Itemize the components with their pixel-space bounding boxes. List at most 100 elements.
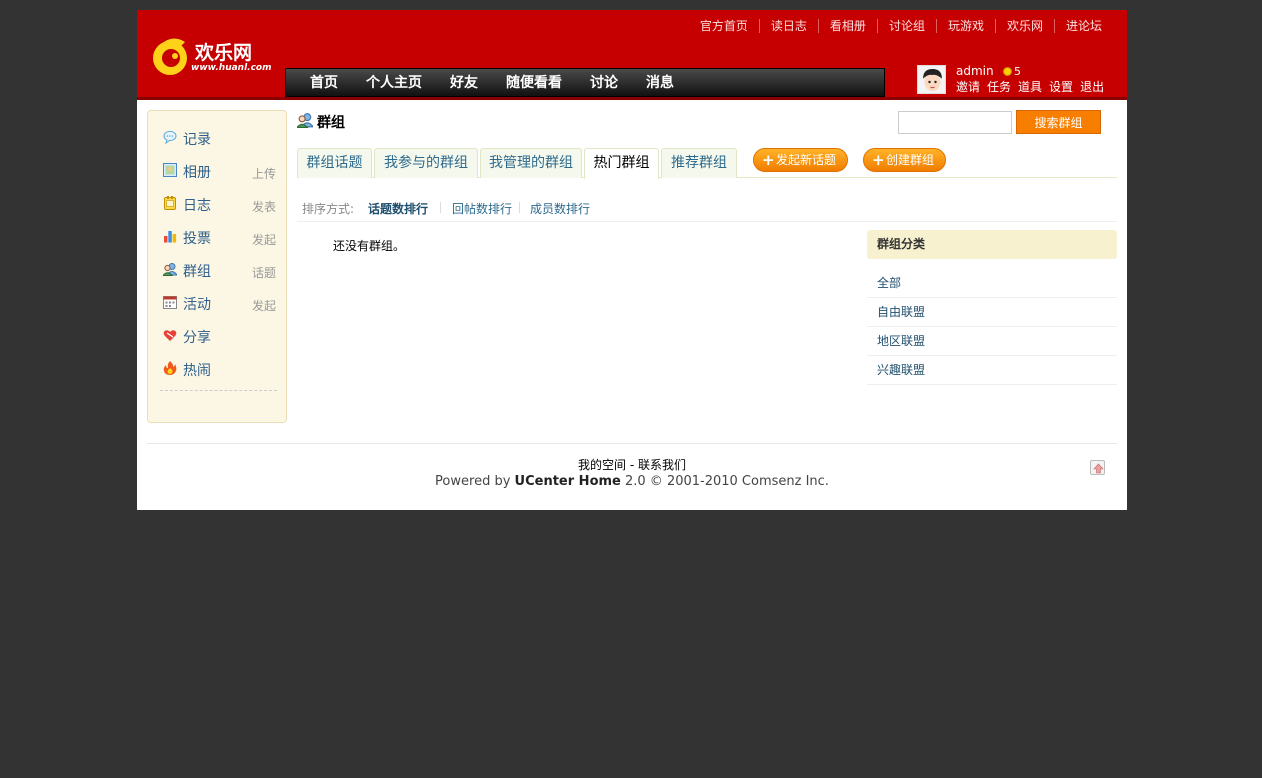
top-link-huanle[interactable]: 欢乐网: [994, 19, 1054, 33]
sidebar-item-label: 热闹: [183, 363, 211, 379]
site-footer: 我的空间 - 联系我们 Powered by UCenter Home 2.0 …: [147, 443, 1117, 503]
nav-home[interactable]: 首页: [296, 69, 352, 96]
sidebar-item-events[interactable]: 活动 发起: [161, 292, 276, 314]
sidebar-item-label: 记录: [183, 132, 211, 148]
user-menu-tasks[interactable]: 任务: [987, 78, 1011, 95]
category-title: 群组分类: [867, 230, 1117, 259]
category-item-region-league[interactable]: 地区联盟: [867, 327, 1117, 356]
user-menu-invite[interactable]: 邀请: [956, 78, 980, 95]
sort-separator: [519, 202, 520, 213]
back-to-top-button[interactable]: [1090, 460, 1105, 475]
tab-hot-groups[interactable]: 热门群组: [584, 148, 659, 179]
sidebar-action-upload[interactable]: 上传: [252, 165, 276, 182]
sort-by-topics[interactable]: 话题数排行: [368, 200, 428, 217]
sidebar-action-topic[interactable]: 话题: [252, 264, 276, 281]
site-header: 欢乐网 www.huanl.com 官方首页 读日志 看相册 讨论组 玩游戏 欢…: [137, 10, 1127, 100]
sidebar-action-post[interactable]: 发表: [252, 198, 276, 215]
create-group-label: 创建群组: [886, 153, 935, 167]
top-link-games[interactable]: 玩游戏: [935, 19, 995, 33]
avatar-face-icon: [918, 66, 945, 93]
top-link-albums[interactable]: 看相册: [817, 19, 877, 33]
user-menu-settings[interactable]: 设置: [1049, 78, 1073, 95]
user-name[interactable]: admin: [956, 64, 994, 78]
sort-separator: [440, 202, 441, 213]
sidebar-item-blogs[interactable]: 日志 发表: [161, 193, 276, 215]
sidebar-action-start-poll[interactable]: 发起: [252, 231, 276, 248]
top-link-blogs[interactable]: 读日志: [758, 19, 818, 33]
group-icon: [163, 263, 177, 276]
calendar-icon: [163, 296, 177, 309]
sidebar-item-share[interactable]: 分享: [161, 325, 276, 347]
avatar[interactable]: [917, 65, 946, 94]
new-topic-label: 发起新话题: [776, 153, 837, 167]
nav-friends[interactable]: 好友: [436, 69, 492, 96]
footer-links: 我的空间 - 联系我们: [147, 456, 1117, 473]
search-groups-button[interactable]: 搜索群组: [1016, 110, 1101, 134]
user-box: admin 5 邀请 任务 道具 设置 退出: [917, 64, 1117, 98]
notepad-icon: [164, 196, 176, 210]
category-list: 全部 自由联盟 地区联盟 兴趣联盟: [867, 269, 1117, 385]
sidebar-item-hot[interactable]: 热闹: [161, 358, 276, 380]
tab-joined-groups[interactable]: 我参与的群组: [374, 148, 478, 178]
arrow-up-icon: [1093, 463, 1104, 474]
top-links: 官方首页 读日志 看相册 讨论组 玩游戏 欢乐网 进论坛: [689, 19, 1113, 33]
nav-explore[interactable]: 随便看看: [492, 69, 576, 96]
bar-chart-icon: [164, 231, 177, 243]
plus-icon: +: [762, 151, 775, 169]
category-item-interest-league[interactable]: 兴趣联盟: [867, 356, 1117, 385]
tab-managed-groups[interactable]: 我管理的群组: [480, 148, 582, 178]
speech-bubble-icon: [163, 130, 177, 144]
new-topic-button[interactable]: + 发起新话题: [753, 148, 848, 172]
sidebar-item-label: 相册: [183, 165, 211, 181]
photo-icon: [163, 163, 177, 177]
sort-bar: 排序方式: 话题数排行 回帖数排行 成员数排行: [297, 198, 1117, 222]
site-logo[interactable]: 欢乐网 www.huanl.com: [151, 30, 271, 82]
tab-group-topics[interactable]: 群组话题: [297, 148, 372, 178]
sidebar-item-label: 投票: [183, 231, 211, 247]
powered-product[interactable]: UCenter Home: [515, 474, 621, 489]
sidebar-item-albums[interactable]: 相册 上传: [161, 160, 276, 182]
sidebar-action-start-event[interactable]: 发起: [252, 297, 276, 314]
top-link-groups[interactable]: 讨论组: [876, 19, 936, 33]
powered-by: Powered by UCenter Home 2.0 © 2001-2010 …: [147, 474, 1117, 489]
powered-suffix: 2.0 © 2001-2010 Comsenz Inc.: [625, 474, 829, 489]
category-item-all[interactable]: 全部: [867, 269, 1117, 298]
sidebar-item-label: 日志: [183, 198, 211, 214]
page-container: 欢乐网 www.huanl.com 官方首页 读日志 看相册 讨论组 玩游戏 欢…: [137, 10, 1127, 510]
heart-icon: [163, 330, 177, 341]
sidebar-item-groups[interactable]: 群组 话题: [161, 259, 276, 281]
user-menu-items[interactable]: 道具: [1018, 78, 1042, 95]
footer-link-my-space[interactable]: 我的空间: [578, 458, 626, 472]
main-nav: 首页 个人主页 好友 随便看看 讨论 消息: [285, 68, 885, 97]
sidebar-item-label: 群组: [183, 264, 211, 280]
sort-label: 排序方式:: [302, 202, 355, 216]
user-credit: 5: [1014, 65, 1021, 78]
tab-recommended-groups[interactable]: 推荐群组: [661, 148, 737, 178]
coin-icon: [1003, 67, 1012, 76]
footer-link-contact[interactable]: 联系我们: [638, 458, 686, 472]
powered-prefix: Powered by: [435, 474, 511, 489]
group-icon: [297, 113, 313, 128]
nav-discuss[interactable]: 讨论: [576, 69, 632, 96]
sort-by-replies[interactable]: 回帖数排行: [452, 200, 512, 217]
top-link-forum[interactable]: 进论坛: [1053, 19, 1113, 33]
category-item-free-league[interactable]: 自由联盟: [867, 298, 1117, 327]
logo-url: www.huanl.com: [191, 63, 272, 73]
sidebar-item-label: 分享: [183, 330, 211, 346]
sidebar-divider: [160, 390, 277, 391]
nav-messages[interactable]: 消息: [632, 69, 688, 96]
top-link-official[interactable]: 官方首页: [689, 19, 759, 33]
sort-by-members[interactable]: 成员数排行: [530, 200, 590, 217]
sidebar-item-label: 活动: [183, 297, 211, 313]
logo-name: 欢乐网: [195, 42, 253, 64]
user-menu: 邀请 任务 道具 设置 退出: [956, 78, 1111, 95]
sidebar: 记录 相册 上传 日志 发表 投票 发起 群组 话题 活动 发起 分享 热闹: [147, 110, 287, 423]
nav-profile[interactable]: 个人主页: [352, 69, 436, 96]
create-group-button[interactable]: + 创建群组: [863, 148, 946, 172]
logo-mark-icon: [153, 38, 187, 75]
group-search-input[interactable]: [898, 111, 1012, 134]
sidebar-item-records[interactable]: 记录: [161, 127, 276, 149]
user-menu-logout[interactable]: 退出: [1080, 78, 1104, 95]
sidebar-item-polls[interactable]: 投票 发起: [161, 226, 276, 248]
footer-separator: -: [629, 458, 635, 472]
